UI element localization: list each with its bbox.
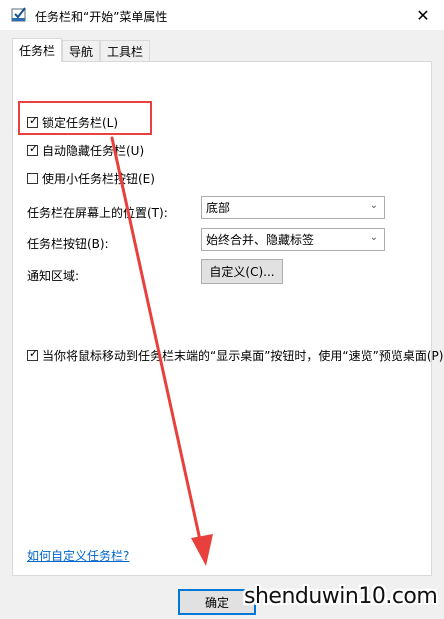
position-dropdown[interactable]: 底部 ⌄ bbox=[201, 196, 385, 219]
small-buttons-option[interactable]: 使用小任务栏按钮(E) bbox=[27, 170, 155, 187]
tab-panel: ✓ 锁定任务栏(L) ✓ 自动隐藏任务栏(U) 使用小任务栏按钮(E) 任务栏在… bbox=[12, 61, 443, 576]
chevron-down-icon: ⌄ bbox=[369, 232, 378, 243]
chevron-down-icon: ⌄ bbox=[369, 200, 378, 211]
small-buttons-checkbox[interactable] bbox=[27, 173, 38, 184]
watermark-text: shenduwin10.com bbox=[244, 583, 438, 609]
position-value: 底部 bbox=[206, 201, 231, 215]
tab-toolbars[interactable]: 工具栏 bbox=[100, 40, 150, 61]
title-bar: 任务栏和“开始”菜单属性 ✕ bbox=[0, 0, 444, 30]
taskbar-properties-icon bbox=[11, 7, 27, 23]
window-title: 任务栏和“开始”菜单属性 bbox=[35, 10, 168, 24]
position-label: 任务栏在屏幕上的位置(T): bbox=[27, 206, 168, 220]
peek-label: 当你将鼠标移动到任务栏末端的“显示桌面”按钮时，使用“速览”预览桌面(P) bbox=[42, 349, 444, 363]
notification-area-label: 通知区域: bbox=[27, 269, 80, 283]
taskbar-buttons-label: 任务栏按钮(B): bbox=[27, 237, 109, 251]
peek-option[interactable]: ✓ 当你将鼠标移动到任务栏末端的“显示桌面”按钮时，使用“速览”预览桌面(P) bbox=[27, 347, 443, 364]
auto-hide-label: 自动隐藏任务栏(U) bbox=[42, 144, 145, 158]
highlight-box bbox=[18, 101, 152, 135]
small-buttons-label: 使用小任务栏按钮(E) bbox=[42, 172, 155, 186]
customize-button[interactable]: 自定义(C)... bbox=[201, 259, 283, 284]
tab-taskbar[interactable]: 任务栏 bbox=[12, 38, 62, 62]
close-button[interactable]: ✕ bbox=[408, 4, 438, 26]
taskbar-buttons-value: 始终合并、隐藏标签 bbox=[206, 233, 315, 247]
peek-checkbox[interactable]: ✓ bbox=[27, 347, 38, 361]
auto-hide-checkbox[interactable]: ✓ bbox=[27, 142, 38, 156]
close-icon: ✕ bbox=[416, 5, 430, 25]
auto-hide-option[interactable]: ✓ 自动隐藏任务栏(U) bbox=[27, 142, 144, 159]
tab-navigation[interactable]: 导航 bbox=[62, 40, 100, 61]
help-link[interactable]: 如何自定义任务栏? bbox=[27, 547, 129, 564]
taskbar-buttons-dropdown[interactable]: 始终合并、隐藏标签 ⌄ bbox=[201, 228, 385, 251]
